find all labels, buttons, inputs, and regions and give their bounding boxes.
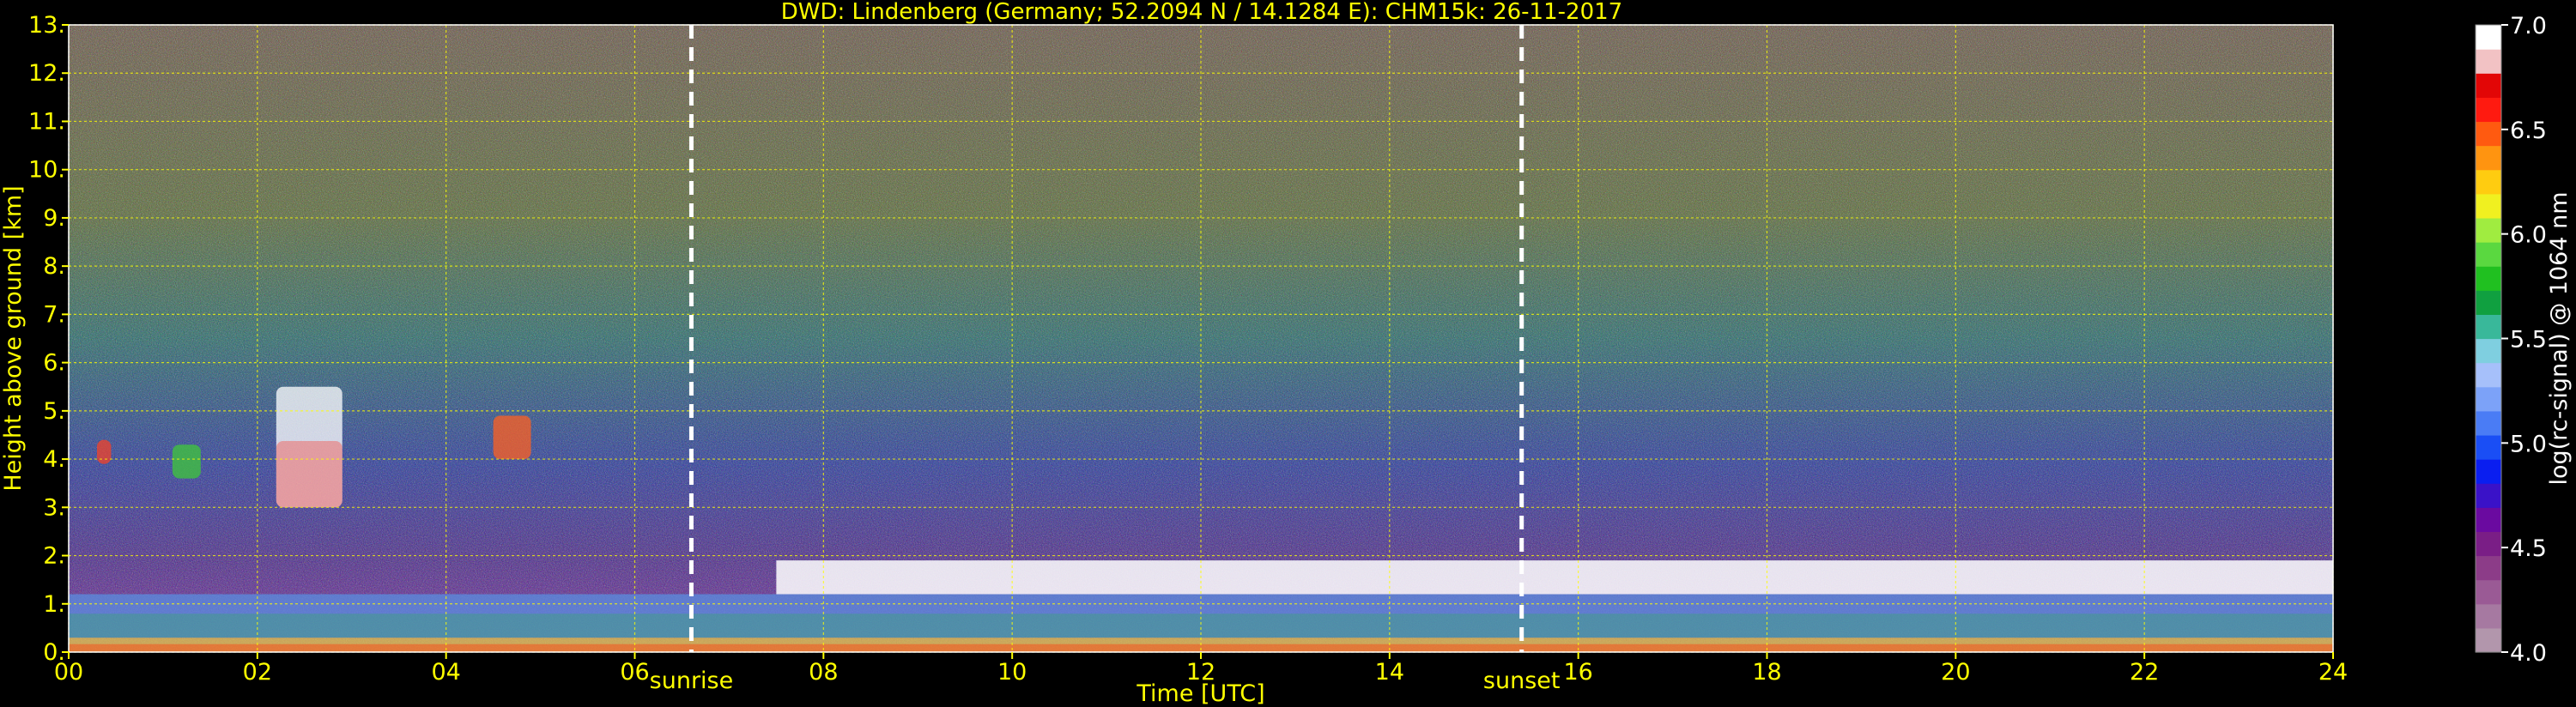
y-tick-label-1: 1. (43, 591, 65, 618)
colorbar-label: log(rc-signal) @ 1064 nm (2546, 191, 2573, 485)
colorbar-band-21 (2476, 121, 2501, 147)
y-tick-label-5: 5. (43, 398, 65, 425)
colorbar-band-15 (2476, 266, 2501, 291)
y-tick-label-11: 11. (28, 108, 65, 135)
x-tick-label-10: 10 (997, 659, 1027, 686)
colorbar-band-9 (2476, 410, 2501, 436)
chart-title: DWD: Lindenberg (Germany; 52.2094 N / 14… (781, 0, 1622, 25)
y-axis-label: Height above ground [km] (0, 185, 27, 491)
colorbar-band-4 (2476, 531, 2501, 557)
colorbar-band-2 (2476, 579, 2501, 605)
sunrise-label: sunrise (650, 668, 734, 694)
y-tick-label-13: 13. (28, 12, 65, 39)
y-tick-label-8: 8. (43, 253, 65, 280)
x-tick-label-02: 02 (243, 659, 272, 686)
x-tick-label-18: 18 (1752, 659, 1781, 686)
layer-cloud-top (776, 560, 2333, 595)
x-tick-label-14: 14 (1375, 659, 1404, 686)
sunset-label: sunset (1483, 668, 1561, 694)
colorbar-tick-label-4.0: 4.0 (2510, 640, 2547, 667)
x-tick-label-06: 06 (620, 659, 649, 686)
y-tick-label-0: 0. (43, 639, 65, 666)
colorbar-band-20 (2476, 145, 2501, 171)
colorbar-band-8 (2476, 434, 2501, 460)
colorbar-band-3 (2476, 555, 2501, 581)
layer-cloud-2-3h (276, 440, 342, 508)
colorbar-band-14 (2476, 290, 2501, 315)
colorbar-band-16 (2476, 242, 2501, 267)
y-tick-label-6: 6. (43, 350, 65, 377)
x-tick-label-16: 16 (1563, 659, 1592, 686)
x-tick-label-20: 20 (1941, 659, 1970, 686)
colorbar-band-10 (2476, 386, 2501, 412)
y-tick-label-10: 10. (28, 157, 65, 184)
colorbar-band-11 (2476, 362, 2501, 388)
colorbar-band-17 (2476, 217, 2501, 243)
colorbar-tick-label-6.5: 6.5 (2510, 118, 2547, 144)
colorbar-band-23 (2476, 73, 2501, 98)
y-tick-label-7: 7. (43, 301, 65, 328)
x-tick-label-04: 04 (431, 659, 460, 686)
ceilometer-chart: sunrise sunset 00 02 04 06 08 10 12 14 16 18 20 22 24… (0, 0, 2573, 707)
colorbar-band-0 (2476, 627, 2501, 653)
x-tick-label-08: 08 (809, 659, 838, 686)
x-tick-label-24: 24 (2318, 659, 2348, 686)
colorbar-band-22 (2476, 97, 2501, 123)
x-tick-label-22: 22 (2130, 659, 2159, 686)
y-tick-label-9: 9. (43, 205, 65, 232)
colorbar-tick-label-5.0: 5.0 (2510, 431, 2547, 457)
layer-cloud-1h (172, 444, 201, 479)
colorbar-band-6 (2476, 483, 2501, 508)
y-tick-label-2: 2. (43, 543, 65, 570)
colorbar-band-13 (2476, 314, 2501, 340)
colorbar-band-5 (2476, 507, 2501, 533)
colorbar-band-24 (2476, 49, 2501, 74)
colorbar-band-12 (2476, 338, 2501, 364)
colorbar-band-1 (2476, 603, 2501, 629)
y-tick-label-12: 12. (28, 60, 65, 87)
colorbar-band-7 (2476, 459, 2501, 484)
colorbar-band-18 (2476, 193, 2501, 219)
layer-cloud-4-6h (493, 415, 531, 460)
colorbar-band-19 (2476, 169, 2501, 195)
y-tick-label-3: 3. (43, 494, 65, 521)
colorbar-tick-label-4.5: 4.5 (2510, 535, 2547, 562)
x-axis-label: Time [UTC] (1136, 680, 1264, 707)
colorbar: 4.0 4.5 5.0 5.5 6.0 6.5 7.0 (2475, 13, 2547, 667)
colorbar-tick-label-6.0: 6.0 (2510, 222, 2547, 249)
layer-cloud-0-3h (96, 439, 112, 464)
colorbar-tick-label-7.0: 7.0 (2510, 13, 2547, 39)
y-tick-label-4: 4. (43, 446, 65, 473)
colorbar-tick-label-5.5: 5.5 (2510, 327, 2547, 354)
colorbar-band-25 (2476, 25, 2501, 50)
